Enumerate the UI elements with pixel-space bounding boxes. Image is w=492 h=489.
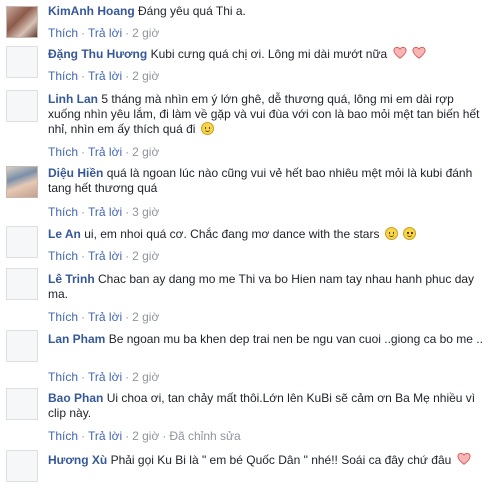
comment-actions: Thích · Trả lời · 3 giờ <box>48 205 160 219</box>
commenter-name[interactable]: Bao Phan <box>48 391 103 405</box>
timestamp[interactable]: 2 giờ <box>132 370 159 384</box>
like-button[interactable]: Thích <box>48 26 78 40</box>
comment-actions: Thích · Trả lời · 2 giờ <box>48 69 160 83</box>
smile-emoticon-icon <box>384 227 398 240</box>
avatar[interactable] <box>6 90 38 122</box>
timestamp[interactable]: 2 giờ <box>132 429 159 443</box>
like-button[interactable]: Thích <box>48 145 78 159</box>
comment-text: Chac ban ay dang mo me Thi va bo Hien na… <box>48 272 475 301</box>
timestamp[interactable]: 2 giờ <box>132 310 159 324</box>
comment-actions: Thích · Trả lời · 2 giờ <box>48 370 160 384</box>
timestamp[interactable]: 2 giờ <box>132 145 159 159</box>
avatar[interactable] <box>6 450 38 482</box>
like-button[interactable]: Thích <box>48 69 78 83</box>
avatar[interactable] <box>6 226 38 258</box>
comment-text: Ui choa ơi, tan chảy mất thôi.Lớn lên Ku… <box>48 391 476 420</box>
avatar[interactable] <box>6 388 38 420</box>
smile-emoticon-icon <box>403 227 417 240</box>
commenter-name[interactable]: Le An <box>48 227 81 241</box>
avatar[interactable] <box>6 268 38 300</box>
like-button[interactable]: Thích <box>48 310 78 324</box>
avatar[interactable] <box>6 46 38 78</box>
comment-text: quá là ngoan lúc nào cũng vui vẻ hết bao… <box>48 166 473 195</box>
commenter-name[interactable]: Hương Xù <box>48 453 107 467</box>
reply-button[interactable]: Trả lời <box>88 249 122 263</box>
comment-text: Đáng yêu quá Thi a. <box>138 4 246 18</box>
timestamp[interactable]: 3 giờ <box>132 205 159 219</box>
comment-actions: Thích · Trả lời · 2 giờ <box>48 26 160 40</box>
edited-label[interactable]: Đã chỉnh sửa <box>169 429 240 443</box>
avatar[interactable] <box>6 166 38 198</box>
commenter-name[interactable]: Đặng Thu Hương <box>48 47 147 61</box>
comment-text: Phải gọi Ku Bi là " em bé Quốc Dân " nhé… <box>110 453 452 467</box>
reply-button[interactable]: Trả lời <box>88 205 122 219</box>
comment-text: Be ngoan mu ba khen dep trai nen be ngu … <box>108 332 483 346</box>
commenter-name[interactable]: Lê Trinh <box>48 272 95 286</box>
commenter-name[interactable]: Lan Pham <box>48 332 105 346</box>
commenter-name[interactable]: Linh Lan <box>48 92 98 106</box>
comment-actions: Thích · Trả lời · 2 giờ <box>48 310 160 324</box>
comment-text: Kubi cưng quá chị ơi. Lông mi dài mướt n… <box>150 47 388 61</box>
commenter-name[interactable]: Diệu Hiền <box>48 166 103 180</box>
comment-list: KimAnh Hoang Đáng yêu quá Thi a. Thích · T… <box>0 0 492 489</box>
timestamp[interactable]: 2 giờ <box>132 26 159 40</box>
timestamp[interactable]: 2 giờ <box>132 69 159 83</box>
comment-actions: Thích · Trả lời · 2 giờ <box>48 249 160 263</box>
reply-button[interactable]: Trả lời <box>88 145 122 159</box>
like-button[interactable]: Thích <box>48 205 78 219</box>
commenter-name[interactable]: KimAnh Hoang <box>48 4 135 18</box>
reply-button[interactable]: Trả lời <box>88 370 122 384</box>
reply-button[interactable]: Trả lời <box>88 26 122 40</box>
reply-button[interactable]: Trả lời <box>88 429 122 443</box>
heart-emoticon-icon <box>392 46 407 59</box>
comment-text: ui, em nhoi quá cơ. Chắc đang mơ dance w… <box>84 227 380 241</box>
reply-button[interactable]: Trả lời <box>88 310 122 324</box>
like-button[interactable]: Thích <box>48 249 78 263</box>
comment-text: 5 tháng mà nhìn em ý lớn ghê, dễ thương … <box>48 92 480 136</box>
reply-button[interactable]: Trả lời <box>88 69 122 83</box>
heart-emoticon-icon <box>412 46 426 59</box>
like-button[interactable]: Thích <box>48 429 78 443</box>
heart-emoticon-icon <box>457 452 471 465</box>
like-button[interactable]: Thích <box>48 370 78 384</box>
timestamp[interactable]: 2 giờ <box>132 249 159 263</box>
comment-actions: Thích · Trả lời · 2 giờ <box>48 145 160 159</box>
avatar[interactable] <box>6 330 38 362</box>
avatar[interactable] <box>6 6 38 38</box>
smile-emoticon-icon <box>200 122 214 135</box>
comment-actions: Thích · Trả lời · 2 giờ · Đã chỉnh sửa <box>48 429 241 443</box>
